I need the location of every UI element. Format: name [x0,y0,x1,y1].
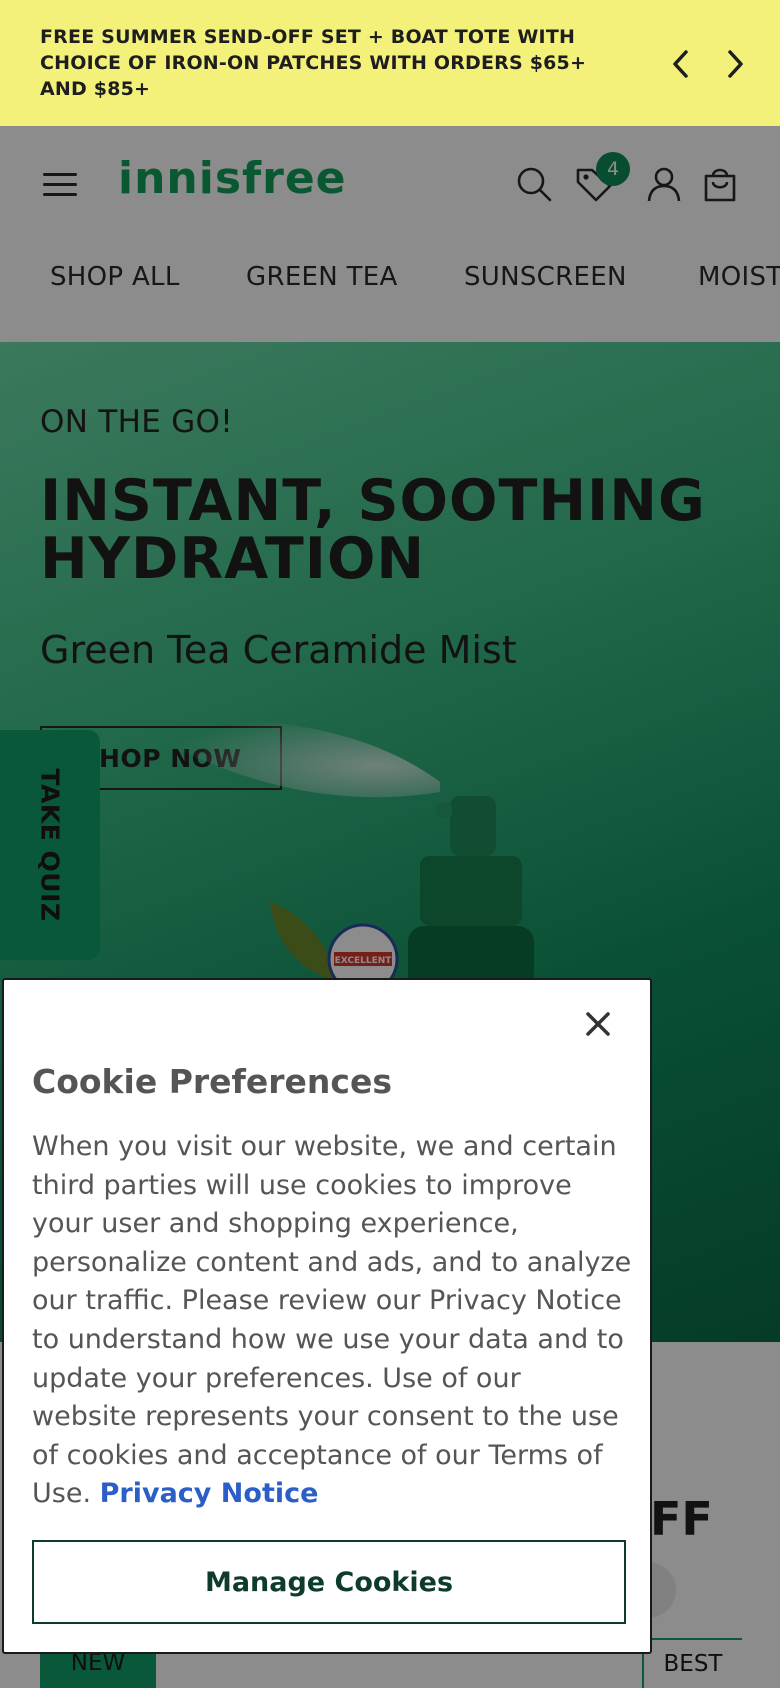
cookie-body: When you visit our website, we and certa… [32,1128,632,1514]
cookie-title: Cookie Preferences [32,1062,393,1101]
promo-next-button[interactable] [718,42,752,86]
promo-text: FREE SUMMER SEND-OFF SET + BOAT TOTE WIT… [40,26,587,100]
chevron-left-icon [673,50,688,78]
chevron-right-icon [728,50,743,78]
manage-cookies-button[interactable]: Manage Cookies [32,1540,626,1624]
promo-prev-button[interactable] [664,42,698,86]
cookie-preferences-dialog: Cookie Preferences When you visit our we… [2,978,652,1654]
privacy-notice-link[interactable]: Privacy Notice [100,1478,319,1509]
cookie-body-text: When you visit our website, we and certa… [32,1131,632,1510]
close-icon[interactable] [580,1006,616,1042]
promo-banner: FREE SUMMER SEND-OFF SET + BOAT TOTE WIT… [0,0,780,126]
